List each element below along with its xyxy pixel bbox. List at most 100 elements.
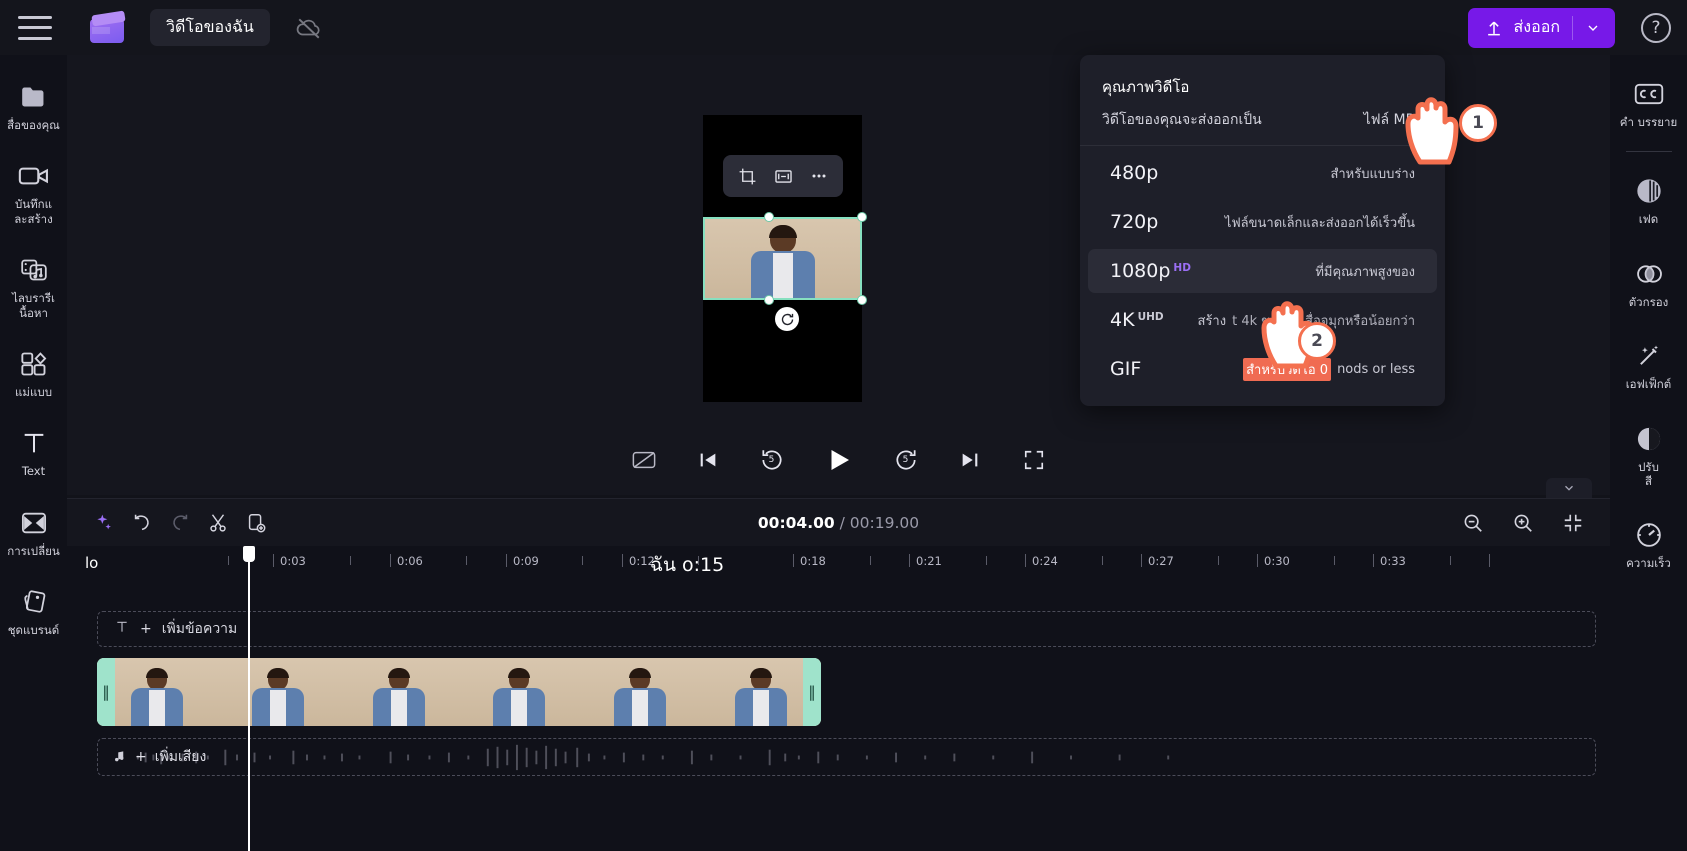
undo-icon[interactable] xyxy=(123,506,161,540)
redo-icon[interactable] xyxy=(161,506,199,540)
duplicate-icon[interactable] xyxy=(237,506,275,540)
captions-cc-icon xyxy=(1634,79,1664,109)
previous-frame-icon[interactable] xyxy=(691,443,725,477)
fit-timeline-icon[interactable] xyxy=(1554,506,1592,540)
timeline-playhead[interactable] xyxy=(243,546,255,851)
add-audio-track[interactable]: + เพิ่มเสียง xyxy=(97,738,1596,776)
clip-thumbnail-frame xyxy=(459,658,580,726)
sidebar-item-captions[interactable]: คำ บรรยาย xyxy=(1610,69,1687,135)
quality-resolution-label: 1080p xyxy=(1110,260,1171,282)
crop-icon[interactable] xyxy=(732,163,762,189)
media-library-icon xyxy=(19,254,49,286)
clapperboard-logo xyxy=(88,9,128,45)
sidebar-item-label: ชุดแบรนด์ xyxy=(7,623,60,637)
add-audio-label: เพิ่มเสียง xyxy=(154,749,207,765)
fullscreen-icon[interactable] xyxy=(1017,443,1051,477)
callout-number: 2 xyxy=(1311,331,1323,351)
export-button[interactable]: ส่งออก xyxy=(1467,7,1615,48)
zoom-in-icon[interactable] xyxy=(1504,506,1542,540)
sidebar-item-templates[interactable]: แม่แบบ xyxy=(0,338,67,405)
add-text-plus: + xyxy=(140,621,152,637)
quality-option-480p[interactable]: 480p สำหรับแบบร่าง xyxy=(1088,151,1437,195)
play-icon[interactable] xyxy=(819,440,859,480)
clip-thumbnail-frame xyxy=(579,658,701,726)
sidebar-item-adjust-colors[interactable]: ปรับ สี xyxy=(1610,414,1687,495)
ruler-tick-label: 0:06 xyxy=(397,554,423,568)
quality-resolution-label: 4K xyxy=(1110,309,1135,331)
timeline-toolbar: 00:04.00 / 00:19.00 xyxy=(67,498,1610,546)
resize-handle-br[interactable] xyxy=(857,295,867,305)
add-text-track[interactable]: + เพิ่มข้อความ xyxy=(97,611,1596,647)
split-scissors-icon[interactable] xyxy=(199,506,237,540)
playhead-knob[interactable] xyxy=(243,546,255,562)
sidebar-item-transitions[interactable]: การเปลี่ยน xyxy=(0,497,67,564)
dropdown-header: คุณภาพวิดีโอ วิดีโอของคุณจะส่งออกเป็น ไฟ… xyxy=(1080,55,1445,146)
resize-handle-tl[interactable] xyxy=(764,212,774,222)
export-format-label: วิดีโอของคุณจะส่งออกเป็น xyxy=(1102,112,1262,128)
callout-badge-1: 1 xyxy=(1459,104,1497,142)
selected-video-element[interactable] xyxy=(703,217,862,300)
zoom-out-icon[interactable] xyxy=(1454,506,1492,540)
clip-trim-handle-left[interactable]: ‖ xyxy=(97,658,115,726)
help-question-icon[interactable]: ? xyxy=(1641,12,1671,43)
sidebar-item-brand-kit[interactable]: ชุดแบรนด์ xyxy=(0,576,67,643)
sidebar-item-text[interactable]: Text xyxy=(0,417,67,484)
resize-handle-tr[interactable] xyxy=(857,212,867,222)
ruler-tick-label: 0:27 xyxy=(1148,554,1174,568)
sidebar-item-label: สื่อของคุณ xyxy=(7,118,60,132)
sidebar-item-content-library[interactable]: ไลบรารีเ นื้อหา xyxy=(0,244,67,326)
speed-gauge-icon xyxy=(1635,520,1663,550)
text-t-icon xyxy=(114,619,130,639)
forward-5-icon[interactable]: 5 xyxy=(889,443,923,477)
rotate-icon[interactable] xyxy=(775,307,799,331)
ruler-tick-label: 0:03 xyxy=(280,554,306,568)
quality-option-720p[interactable]: 720p ไฟล์ขนาดเล็กและส่งออกได้เร็วขึ้น xyxy=(1088,200,1437,244)
chevron-down-icon xyxy=(1588,25,1598,31)
timeline-zoom-controls xyxy=(1454,506,1592,540)
sidebar-item-label: ความเร็ว xyxy=(1626,556,1671,571)
forward-amount-label: 5 xyxy=(902,455,909,465)
clipchamp-editor: วิดีโอของฉัน ส่งออก ? สื่อของคุณ บันทึกแ… xyxy=(0,0,1687,851)
project-name-label: วิดีโอของฉัน xyxy=(166,17,254,36)
magic-sparkle-icon[interactable] xyxy=(85,506,123,540)
project-name-field[interactable]: วิดีโอของฉัน xyxy=(150,9,270,46)
right-sidebar: คำ บรรยาย เฟด ตัวกรอง เอฟเฟ็กต์ ปรับ สี … xyxy=(1610,55,1687,851)
sidebar-item-speed[interactable]: ความเร็ว xyxy=(1610,510,1687,576)
ruler-current-label: ฉัน o:15 xyxy=(650,554,725,576)
fit-screen-icon[interactable] xyxy=(768,163,798,189)
fade-icon xyxy=(1635,176,1663,206)
collapse-timeline-button[interactable] xyxy=(1546,478,1592,498)
add-text-label: เพิ่มข้อความ xyxy=(161,621,238,637)
sidebar-item-your-media[interactable]: สื่อของคุณ xyxy=(0,71,67,138)
brand-kit-icon xyxy=(19,586,49,618)
cloud-offline-icon[interactable] xyxy=(292,11,326,45)
next-frame-icon[interactable] xyxy=(953,443,987,477)
folder-icon xyxy=(19,81,49,113)
sidebar-item-fade[interactable]: เฟด xyxy=(1610,166,1687,232)
rewind-5-icon[interactable]: 5 xyxy=(755,443,789,477)
sidebar-item-label: เฟด xyxy=(1638,212,1659,227)
captions-off-icon[interactable] xyxy=(627,443,661,477)
callout-badge-2: 2 xyxy=(1298,322,1336,360)
chevron-down-icon xyxy=(1565,485,1573,491)
sidebar-item-filters[interactable]: ตัวกรอง xyxy=(1610,249,1687,315)
sidebar-item-record-create[interactable]: บันทึกแ ละสร้าง xyxy=(0,150,67,232)
element-float-toolbar xyxy=(723,155,843,197)
clip-thumbnail-frame xyxy=(97,658,218,726)
left-sidebar: สื่อของคุณ บันทึกแ ละสร้าง ไลบรารีเ นื้อ… xyxy=(0,55,67,851)
ruler-tick-label: 0:18 xyxy=(800,554,826,568)
quality-description: ไฟล์ขนาดเล็กและส่งออกได้เร็วขึ้น xyxy=(1224,215,1415,231)
resize-handle-bl[interactable] xyxy=(764,295,774,305)
video-clip-track[interactable]: ‖ ‖ xyxy=(97,658,821,726)
effects-wand-icon xyxy=(1635,341,1663,371)
timeline-ruler[interactable]: lo 0:03 0:06 0:09 0:12 ฉัน o:15 0:18 0:2… xyxy=(67,546,1610,586)
ruler-tick-label: 0:24 xyxy=(1032,554,1058,568)
sidebar-item-label: การเปลี่ยน xyxy=(7,543,60,558)
hamburger-icon[interactable] xyxy=(18,15,52,40)
more-options-icon[interactable] xyxy=(804,163,834,189)
quality-description-suffix: nods or less xyxy=(1337,361,1415,377)
clip-trim-handle-right[interactable]: ‖ xyxy=(803,658,821,726)
time-separator: / xyxy=(839,513,845,532)
playback-controls: 5 5 xyxy=(67,430,1610,490)
sidebar-item-effects[interactable]: เอฟเฟ็กต์ xyxy=(1610,331,1687,397)
